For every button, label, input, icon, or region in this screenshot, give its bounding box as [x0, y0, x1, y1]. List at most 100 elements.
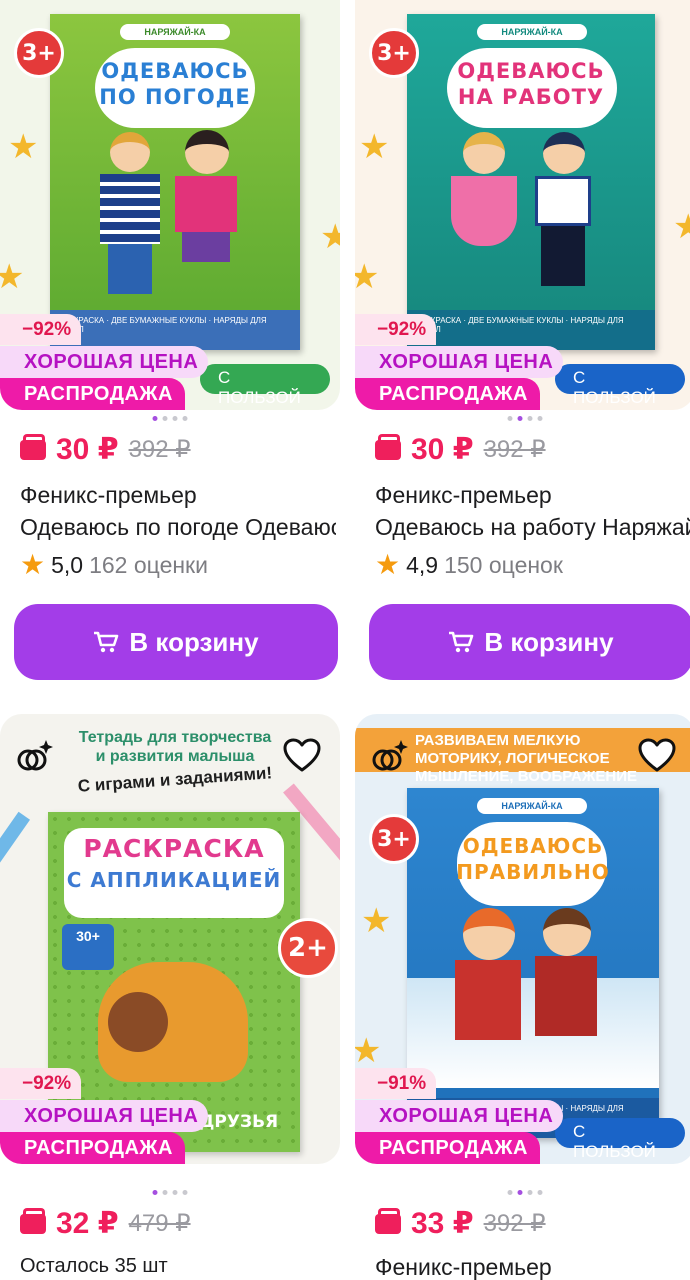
price-row: 30 ₽ 392 ₽	[375, 432, 546, 467]
star-decoration: ★	[8, 128, 39, 166]
add-to-cart-button[interactable]: В корзину	[14, 604, 338, 680]
star-decoration: ★	[355, 258, 380, 296]
product-card[interactable]: ★ ★ ★ НАРЯЖАЙ-КА ОДЕВАЮСЬ ПО ПОГОДЕ РАСК…	[0, 0, 340, 680]
cover-heading-line: Тетрадь для творчества	[78, 729, 272, 746]
cover-title: ОДЕВАЮСЬ	[457, 59, 605, 83]
add-to-cart-button[interactable]: В корзину	[369, 604, 690, 680]
star-icon: ★	[20, 549, 46, 580]
good-price-badge: ХОРОШАЯ ЦЕНА	[0, 346, 209, 378]
age-badge: 3+	[369, 28, 419, 78]
image-pagination	[507, 416, 543, 421]
cart-button-label: В корзину	[484, 626, 614, 657]
reviews-count[interactable]: 150 оценок	[444, 552, 563, 579]
old-price: 392 ₽	[483, 1210, 546, 1237]
cover-heading: Тетрадь для творчества и развития малыша	[60, 728, 290, 766]
benefit-label: С ПОЛЬЗОЙ	[200, 364, 330, 407]
rating: ★ 5,0 162 оценки	[20, 551, 208, 579]
stock-left: Осталось 35 шт	[20, 1255, 168, 1277]
discount-badge: −92%	[355, 314, 437, 345]
old-price: 392 ₽	[128, 436, 191, 463]
brand-name: Феникс-премьер	[375, 482, 552, 508]
benefit-label: С ПОЛЬЗОЙ	[555, 364, 685, 407]
benefit-label: С ПОЛЬЗОЙ	[555, 1118, 685, 1161]
brand-label: НАРЯЖАЙ-КА	[477, 798, 587, 814]
star-icon: ★	[375, 549, 401, 580]
star-decoration: ★	[673, 208, 690, 246]
cover-title: НА РАБОТУ	[457, 85, 605, 109]
star-decoration: ★	[0, 258, 25, 296]
promo-labels: −92% ХОРОШАЯ ЦЕНА РАСПРОДАЖА	[0, 314, 209, 410]
wallet-icon	[20, 433, 46, 460]
old-price: 479 ₽	[128, 1210, 191, 1237]
image-pagination	[507, 1190, 543, 1195]
similar-items-icon[interactable]	[14, 736, 56, 778]
rating-value: 4,9	[406, 551, 439, 578]
product-image[interactable]: РАСКРАСКА С АППЛИКАЦИЕЙ 30+ ЁЖИК И ЕГО Д…	[0, 714, 340, 1164]
brand-name: Феникс-премьер	[375, 1254, 552, 1280]
product-image[interactable]: ★ ★ ★ НАРЯЖАЙ-КА ОДЕВАЮСЬ НА РАБОТУ РАСК…	[355, 0, 690, 410]
cover-tagline: С играми и заданиями!	[77, 763, 273, 796]
image-pagination	[152, 1190, 188, 1195]
favorite-heart-icon[interactable]	[282, 736, 322, 776]
product-card[interactable]: ★ ★ РАЗВИВАЕМ МЕЛКУЮ МОТОРИКУ, ЛОГИЧЕСКО…	[355, 714, 690, 1280]
promo-labels: −91% ХОРОШАЯ ЦЕНА РАСПРОДАЖА	[355, 1068, 564, 1164]
good-price-badge: ХОРОШАЯ ЦЕНА	[355, 1100, 564, 1132]
sale-badge: РАСПРОДАЖА	[355, 378, 540, 410]
cover-title: ПРАВИЛЬНО	[456, 860, 610, 884]
favorite-heart-icon[interactable]	[637, 736, 677, 776]
star-decoration: ★	[361, 902, 392, 940]
cover-title: С АППЛИКАЦИЕЙ	[66, 868, 282, 892]
sale-badge: РАСПРОДАЖА	[0, 378, 185, 410]
book-cover: НАРЯЖАЙ-КА ОДЕВАЮСЬ ПО ПОГОДЕ РАСКРАСКА …	[50, 14, 300, 350]
product-image[interactable]: ★ ★ ★ НАРЯЖАЙ-КА ОДЕВАЮСЬ ПО ПОГОДЕ РАСК…	[0, 0, 340, 410]
reviews-count[interactable]: 162 оценки	[89, 552, 208, 579]
product-title[interactable]: Одеваюсь по погоде Одеваюсь по погоде	[20, 514, 336, 541]
age-badge: 3+	[14, 28, 64, 78]
star-decoration: ★	[359, 128, 390, 166]
star-decoration: ★	[355, 1032, 382, 1070]
image-pagination	[152, 416, 188, 421]
wallet-icon	[375, 1207, 401, 1234]
good-price-badge: ХОРОШАЯ ЦЕНА	[355, 346, 564, 378]
wallet-icon	[20, 1207, 46, 1234]
promo-labels: −92% ХОРОШАЯ ЦЕНА РАСПРОДАЖА	[355, 314, 564, 410]
price-row: 30 ₽ 392 ₽	[20, 432, 191, 467]
sale-badge: РАСПРОДАЖА	[355, 1132, 540, 1164]
rating-value: 5,0	[51, 551, 84, 578]
sale-badge: РАСПРОДАЖА	[0, 1132, 185, 1164]
similar-items-icon[interactable]	[369, 736, 411, 778]
discount-badge: −91%	[355, 1068, 437, 1099]
product-image[interactable]: ★ ★ РАЗВИВАЕМ МЕЛКУЮ МОТОРИКУ, ЛОГИЧЕСКО…	[355, 714, 690, 1164]
sticker-badge: 30+	[62, 924, 114, 970]
age-badge: 3+	[369, 814, 419, 864]
cart-icon	[94, 631, 119, 653]
price: 30 ₽	[56, 433, 119, 466]
brand-name: Феникс-премьер	[20, 482, 197, 508]
price: 32 ₽	[56, 1207, 119, 1240]
product-title[interactable]: Одеваюсь на работу Наряжай-ка	[375, 514, 690, 541]
discount-badge: −92%	[0, 314, 82, 345]
price: 33 ₽	[411, 1207, 474, 1240]
old-price: 392 ₽	[483, 436, 546, 463]
cover-title: РАСКРАСКА	[83, 834, 265, 863]
wallet-icon	[375, 433, 401, 460]
discount-badge: −92%	[0, 1068, 82, 1099]
price-row: 32 ₽ 479 ₽	[20, 1206, 191, 1241]
brand-label: НАРЯЖАЙ-КА	[477, 24, 587, 40]
book-cover: НАРЯЖАЙ-КА ОДЕВАЮСЬ НА РАБОТУ РАСКРАСКА …	[407, 14, 655, 350]
age-badge: 2+	[278, 918, 338, 978]
star-decoration: ★	[320, 218, 340, 256]
cover-title: ПО ПОГОДЕ	[99, 85, 251, 109]
product-card[interactable]: РАСКРАСКА С АППЛИКАЦИЕЙ 30+ ЁЖИК И ЕГО Д…	[0, 714, 340, 1277]
promo-labels: −92% ХОРОШАЯ ЦЕНА РАСПРОДАЖА	[0, 1068, 209, 1164]
price: 30 ₽	[411, 433, 474, 466]
product-card[interactable]: ★ ★ ★ НАРЯЖАЙ-КА ОДЕВАЮСЬ НА РАБОТУ РАСК…	[355, 0, 690, 680]
cover-title: ОДЕВАЮСЬ	[462, 834, 604, 858]
brand-label: НАРЯЖАЙ-КА	[120, 24, 230, 40]
price-row: 33 ₽ 392 ₽	[375, 1206, 546, 1241]
cart-icon	[449, 631, 474, 653]
cover-title: ОДЕВАЮСЬ	[101, 59, 249, 83]
cart-button-label: В корзину	[129, 626, 259, 657]
rating: ★ 4,9 150 оценок	[375, 551, 563, 579]
good-price-badge: ХОРОШАЯ ЦЕНА	[0, 1100, 209, 1132]
